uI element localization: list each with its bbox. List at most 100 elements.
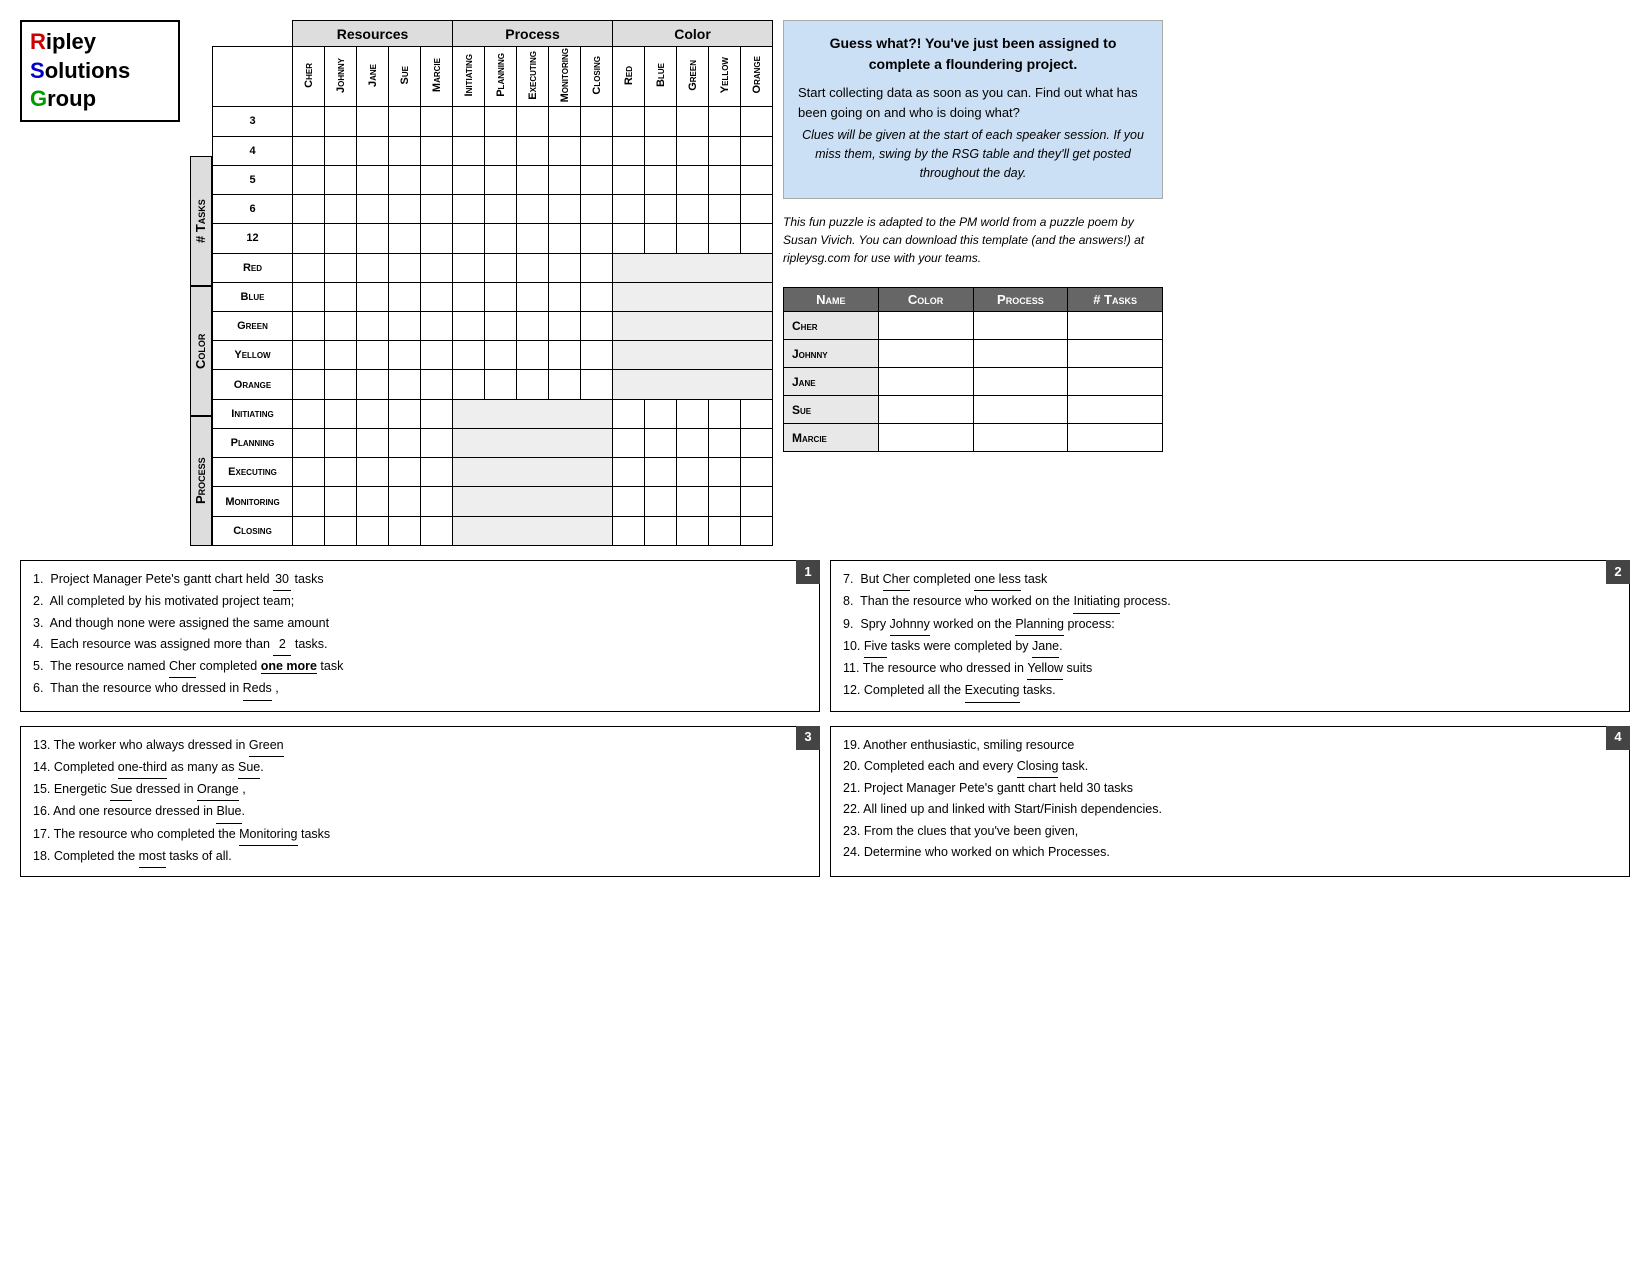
clue-3-line3: 15. Energetic Sue dressed in Orange , [33, 779, 807, 801]
clue-4-line2: 20. Completed each and every Closing tas… [843, 756, 1617, 778]
summary-tasks-sue[interactable] [1068, 396, 1163, 424]
summary-name-cher: Cher [784, 312, 879, 340]
col-green: Green [677, 47, 709, 107]
info-para1: Start collecting data as soon as you can… [798, 83, 1148, 122]
row-label-orange: Orange [213, 370, 293, 399]
summary-process-jane[interactable] [973, 368, 1068, 396]
col-jane: Jane [357, 47, 389, 107]
row-label-3: 3 [213, 107, 293, 136]
cell-3-closing[interactable] [581, 107, 613, 136]
clue-4-line5: 23. From the clues that you've been give… [843, 821, 1617, 842]
cell-3-yellow[interactable] [709, 107, 741, 136]
main-container: Ripley Solutions Group # Tasks Color Pro… [20, 20, 1630, 877]
summary-row-sue: Sue [784, 396, 1163, 424]
cell-3-green[interactable] [677, 107, 709, 136]
row-label-green: Green [213, 312, 293, 341]
row-red: Red [213, 253, 773, 282]
left-label-process: Process [190, 416, 212, 546]
clue-box-1: 1 1. Project Manager Pete's gantt chart … [20, 560, 820, 712]
summary-row-jane: Jane [784, 368, 1163, 396]
info-title: Guess what?! You've just been assigned t… [798, 33, 1148, 75]
cell-3-monitoring[interactable] [549, 107, 581, 136]
row-label-monitoring: Monitoring [213, 487, 293, 516]
row-monitoring: Monitoring [213, 487, 773, 516]
blocked-proc-initiating [453, 399, 613, 428]
logo-s: S [30, 58, 45, 83]
row-12: 12 [213, 224, 773, 253]
summary-name-johnny: Johnny [784, 340, 879, 368]
cell-3-initiating[interactable] [453, 107, 485, 136]
cell-3-sue[interactable] [389, 107, 421, 136]
row-blue: Blue [213, 282, 773, 311]
cell-3-orange[interactable] [741, 107, 773, 136]
logo-r: R [30, 29, 46, 54]
summary-tasks-cher[interactable] [1068, 312, 1163, 340]
row-label-executing: Executing [213, 458, 293, 487]
summary-name-jane: Jane [784, 368, 879, 396]
blocked-proc-monitoring [453, 487, 613, 516]
row-label-blue: Blue [213, 282, 293, 311]
summary-tasks-johnny[interactable] [1068, 340, 1163, 368]
cell-3-red[interactable] [613, 107, 645, 136]
clues-section: 1 1. Project Manager Pete's gantt chart … [20, 560, 1630, 712]
cell-3-executing[interactable] [517, 107, 549, 136]
row-planning: Planning [213, 428, 773, 457]
summary-name-sue: Sue [784, 396, 879, 424]
summary-header-row: Name Color Process # Tasks [784, 288, 1163, 312]
col-executing: Executing [517, 47, 549, 107]
summary-process-cher[interactable] [973, 312, 1068, 340]
col-johnny: Johnny [325, 47, 357, 107]
clue-box-3: 3 13. The worker who always dressed in G… [20, 726, 820, 878]
col-sue: Sue [389, 47, 421, 107]
clue-number-1: 1 [796, 560, 820, 584]
summary-color-marcie[interactable] [878, 424, 973, 452]
summary-color-jane[interactable] [878, 368, 973, 396]
clue-2-line1: 7. But Cher completed one less task [843, 569, 1617, 591]
cell-3-marcie[interactable] [421, 107, 453, 136]
blocked-color-blue [613, 282, 773, 311]
summary-tasks-marcie[interactable] [1068, 424, 1163, 452]
summary-row-johnny: Johnny [784, 340, 1163, 368]
left-label-color: Color [190, 286, 212, 416]
cell-3-blue[interactable] [645, 107, 677, 136]
blocked-color-yellow [613, 341, 773, 370]
info-box: Guess what?! You've just been assigned t… [783, 20, 1163, 452]
summary-tasks-jane[interactable] [1068, 368, 1163, 396]
cell-3-jane[interactable] [357, 107, 389, 136]
summary-process-johnny[interactable] [973, 340, 1068, 368]
row-3: 3 [213, 107, 773, 136]
cell-3-cher[interactable] [293, 107, 325, 136]
cell-3-planning[interactable] [485, 107, 517, 136]
col-yellow: Yellow [709, 47, 741, 107]
clue-1-line1: 1. Project Manager Pete's gantt chart he… [33, 569, 807, 591]
clue-2-line2: 8. Than the resource who worked on the I… [843, 591, 1617, 613]
clue-1-line3: 3. And though none were assigned the sam… [33, 613, 807, 634]
cell-3-johnny[interactable] [325, 107, 357, 136]
clue-3-line4: 16. And one resource dressed in Blue. [33, 801, 807, 823]
logo-line3: Group [30, 85, 170, 114]
row-orange: Orange [213, 370, 773, 399]
blocked-color-red [613, 253, 773, 282]
row-label-yellow: Yellow [213, 341, 293, 370]
clue-3-line6: 18. Completed the most tasks of all. [33, 846, 807, 868]
summary-color-sue[interactable] [878, 396, 973, 424]
col-orange: Orange [741, 47, 773, 107]
summary-process-sue[interactable] [973, 396, 1068, 424]
resources-header: Resources [293, 21, 453, 47]
summary-process-marcie[interactable] [973, 424, 1068, 452]
blocked-color-green [613, 312, 773, 341]
row-yellow: Yellow [213, 341, 773, 370]
clue-4-line3: 21. Project Manager Pete's gantt chart h… [843, 778, 1617, 799]
spacer [190, 20, 212, 156]
row-label-12: 12 [213, 224, 293, 253]
blue-info-box: Guess what?! You've just been assigned t… [783, 20, 1163, 199]
col-planning: Planning [485, 47, 517, 107]
summary-color-johnny[interactable] [878, 340, 973, 368]
summary-color-cher[interactable] [878, 312, 973, 340]
col-cher: Cher [293, 47, 325, 107]
row-label-6: 6 [213, 195, 293, 224]
clue-2-line4: 10. Five tasks were completed by Jane. [843, 636, 1617, 658]
clue-1-line4: 4. Each resource was assigned more than … [33, 634, 807, 656]
blocked-color-orange [613, 370, 773, 399]
col-red: Red [613, 47, 645, 107]
